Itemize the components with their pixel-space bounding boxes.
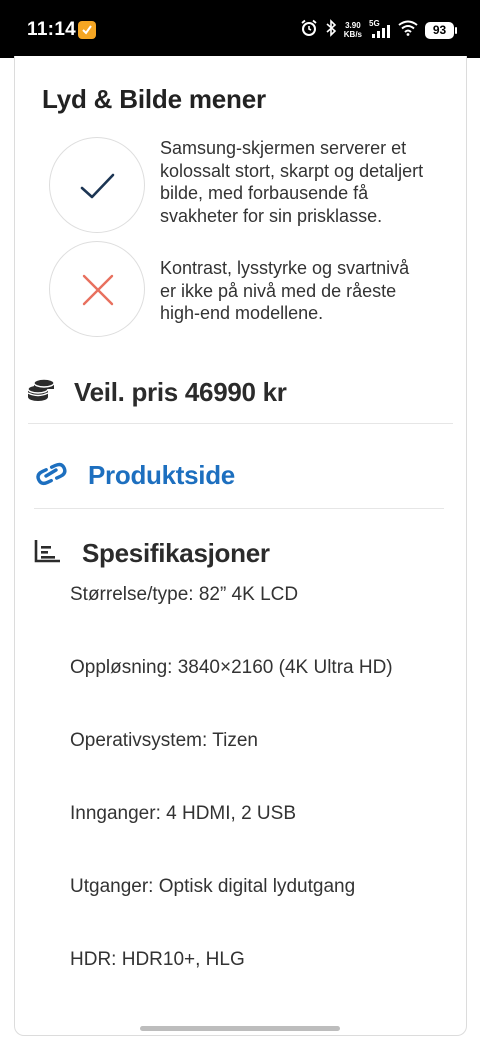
verdict-negative-circle xyxy=(49,241,145,337)
divider xyxy=(28,423,453,424)
bar-chart-icon xyxy=(34,538,62,569)
opinion-title: Lyd & Bilde mener xyxy=(42,84,266,114)
spec-item: Utganger: Optisk digital lydutgang xyxy=(70,876,356,897)
price-label: Veil. pris 46990 kr xyxy=(74,376,287,407)
coins-icon xyxy=(26,375,56,410)
network-speed-unit: KB/s xyxy=(343,30,362,39)
bluetooth-icon xyxy=(325,18,337,42)
divider xyxy=(34,508,444,509)
spec-item: Oppløsning: 3840×2160 (4K Ultra HD) xyxy=(70,657,393,678)
link-icon xyxy=(34,460,68,491)
spec-item: HDR: HDR10+, HLG xyxy=(70,949,245,970)
network-speed: 3.90 KB/s xyxy=(344,21,362,39)
verdict-positive-circle xyxy=(49,137,145,233)
alarm-icon xyxy=(300,19,318,42)
product-page-link[interactable]: Produktside xyxy=(34,455,235,495)
specs-title: Spesifikasjoner xyxy=(82,537,270,568)
verdict-positive-text: Samsung-skjermen serverer et kolossalt s… xyxy=(160,138,424,226)
spec-item: Innganger: 4 HDMI, 2 USB xyxy=(70,803,296,824)
spec-item: Størrelse/type: 82” 4K LCD xyxy=(70,584,299,605)
network-speed-value: 3.90 xyxy=(345,21,361,30)
battery-icon: 93 xyxy=(425,21,457,39)
app-notification-icon xyxy=(78,21,96,39)
price-row: Veil. pris 46990 kr xyxy=(26,372,446,412)
status-time: 11:14 xyxy=(27,19,77,40)
status-icons: 3.90 KB/s 5G 93 xyxy=(300,17,457,43)
specs-header: Spesifikasjoner xyxy=(34,533,270,573)
home-indicator[interactable] xyxy=(140,1026,340,1031)
verdict-negative-text: Kontrast, lysstyrke og svartnivå er ikke… xyxy=(160,258,410,323)
status-bar: 11:14 3.90 KB/s 5G 93 xyxy=(0,0,480,58)
spec-item: Operativsystem: Tizen xyxy=(70,730,258,751)
verdict-positive: Samsung-skjermen serverer et kolossalt s… xyxy=(49,137,449,237)
wifi-icon xyxy=(398,20,418,41)
verdict-negative: Kontrast, lysstyrke og svartnivå er ikke… xyxy=(49,241,449,341)
product-page-label[interactable]: Produktside xyxy=(88,460,235,491)
signal-icon: 5G xyxy=(369,19,391,40)
